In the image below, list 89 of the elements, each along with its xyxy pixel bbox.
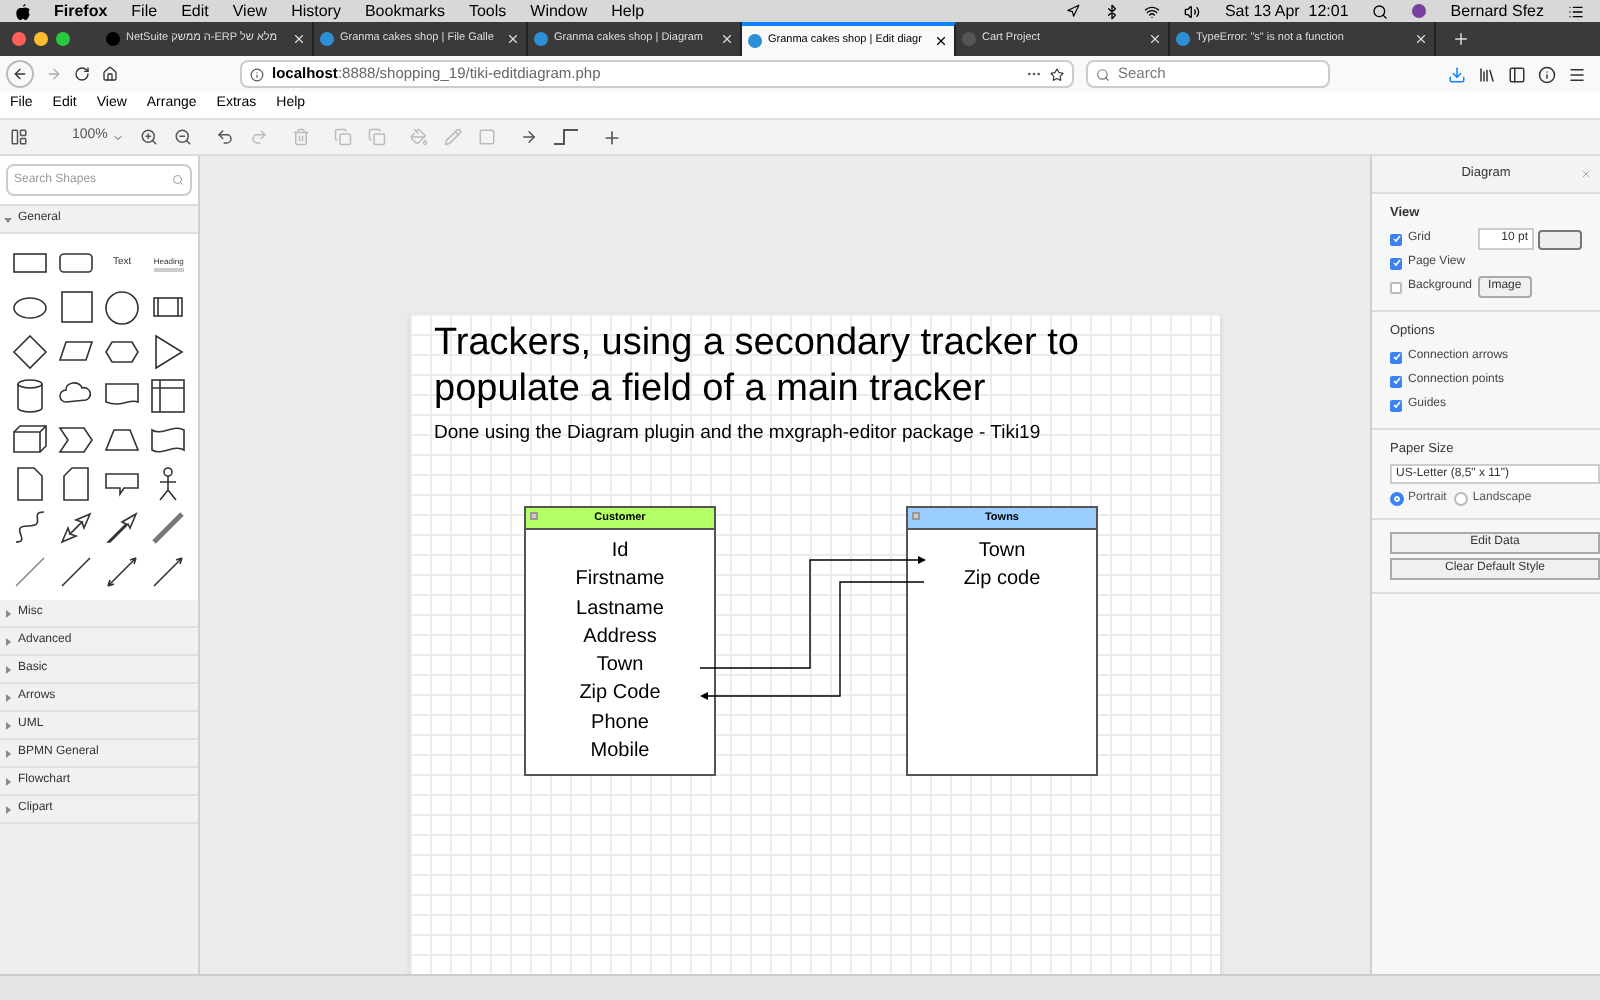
field-label: Id [611, 538, 629, 566]
field-label: Zip Code [579, 680, 661, 709]
caret-right-icon [4, 637, 12, 645]
field-label: Lastname [576, 595, 664, 624]
caret-right-icon [4, 805, 12, 813]
menu-item[interactable]: Edit [181, 0, 209, 23]
favicon-icon [320, 32, 334, 46]
caret-icon [111, 131, 124, 143]
close-window-icon[interactable] [12, 32, 26, 46]
star-icon[interactable] [1050, 67, 1064, 81]
caret-right-icon [4, 693, 12, 701]
field-label: Town [978, 538, 1026, 566]
field-label: Address [583, 623, 657, 652]
shape-icon[interactable] [9, 419, 50, 459]
new-tab-icon[interactable] [1452, 30, 1470, 48]
shape-icon[interactable] [9, 331, 50, 371]
back-button[interactable] [6, 60, 34, 88]
field-label: Zip code [963, 566, 1041, 595]
menu-icon[interactable] [1568, 65, 1586, 83]
field-label: Town [596, 652, 644, 681]
caret-right-icon [4, 609, 12, 617]
favicon-icon [748, 34, 762, 48]
volume-icon[interactable] [1184, 3, 1201, 19]
insert-icon[interactable] [601, 127, 622, 147]
line-color-icon[interactable] [443, 128, 462, 146]
radio-button[interactable] [1454, 492, 1469, 507]
location-icon [1066, 4, 1081, 18]
maximize-window-icon[interactable] [56, 32, 70, 46]
menu-item[interactable]: Help [611, 0, 645, 23]
sidebar-icon[interactable] [1508, 65, 1526, 83]
caret-down-icon [4, 215, 12, 223]
apple-logo-icon[interactable] [16, 3, 30, 19]
user-name[interactable]: Bernard Sfez [1450, 0, 1544, 23]
user-avatar-icon [1412, 4, 1427, 18]
bluetooth-icon[interactable] [1104, 3, 1121, 19]
undo-icon[interactable] [215, 128, 234, 146]
diagram-title: Trackers, using a secondary tracker to populate a field of a main tracker [434, 320, 1081, 412]
search-icon [1096, 67, 1110, 81]
close-tab-icon[interactable] [934, 34, 948, 48]
menu-item[interactable]: Bookmarks [364, 0, 445, 23]
grid-color-button[interactable] [1538, 229, 1582, 250]
shape-icon[interactable] [148, 551, 189, 591]
back-arrow-icon [12, 66, 28, 82]
field-label: Phone [591, 709, 649, 738]
panel-toggle-icon[interactable] [10, 128, 28, 146]
home-icon[interactable] [102, 66, 118, 82]
search-icon [172, 174, 184, 186]
shape-icon[interactable] [55, 287, 96, 327]
fill-color-icon[interactable] [409, 128, 428, 146]
zoom-out-icon[interactable] [173, 128, 192, 146]
caret-right-icon [4, 665, 12, 673]
diagram-subtitle: Done using the Diagram plugin and the mxgraph-editor package - Tiki19 [434, 420, 1041, 448]
menu-item[interactable]: View [232, 0, 268, 23]
connector-arrow[interactable] [700, 581, 925, 700]
info-icon [250, 67, 264, 81]
search-icon[interactable] [1372, 3, 1389, 19]
app-name[interactable]: Firefox [54, 0, 108, 23]
field-label: Mobile [590, 738, 650, 767]
menu-item[interactable]: History [291, 0, 341, 23]
menu-item[interactable]: File [131, 0, 158, 23]
shape-icon[interactable] [102, 507, 143, 547]
list-icon[interactable] [1568, 3, 1584, 19]
checkbox[interactable] [1390, 281, 1402, 294]
wifi-icon[interactable] [1144, 3, 1161, 19]
library-icon[interactable] [1478, 65, 1496, 83]
menu-item[interactable]: Tools [468, 0, 507, 23]
waypoints-icon[interactable] [553, 128, 578, 146]
connection-icon[interactable] [519, 128, 538, 146]
shape-icon[interactable] [102, 287, 143, 327]
clock[interactable]: Sat 13 Apr 12:01 [1224, 0, 1349, 23]
minimize-window-icon[interactable] [34, 32, 48, 46]
favicon-icon [962, 32, 976, 46]
caret-right-icon [4, 777, 12, 785]
shape-icon[interactable] [55, 507, 96, 547]
favicon-icon [106, 32, 120, 46]
download-icon[interactable] [1448, 65, 1466, 83]
shape-icon[interactable] [102, 551, 143, 591]
reload-icon[interactable] [74, 66, 90, 82]
favicon-icon [1176, 32, 1190, 46]
connector-arrow[interactable] [699, 556, 926, 669]
favicon-icon [534, 32, 548, 46]
radio-button[interactable] [1390, 492, 1404, 507]
shape-icon[interactable] [148, 375, 189, 415]
caret-right-icon [4, 749, 12, 757]
field-label: Firstname [575, 566, 665, 595]
menu-item[interactable]: Window [530, 0, 588, 23]
info-icon[interactable] [1538, 65, 1556, 83]
caret-right-icon [4, 721, 12, 729]
zoom-in-icon[interactable] [139, 128, 158, 146]
